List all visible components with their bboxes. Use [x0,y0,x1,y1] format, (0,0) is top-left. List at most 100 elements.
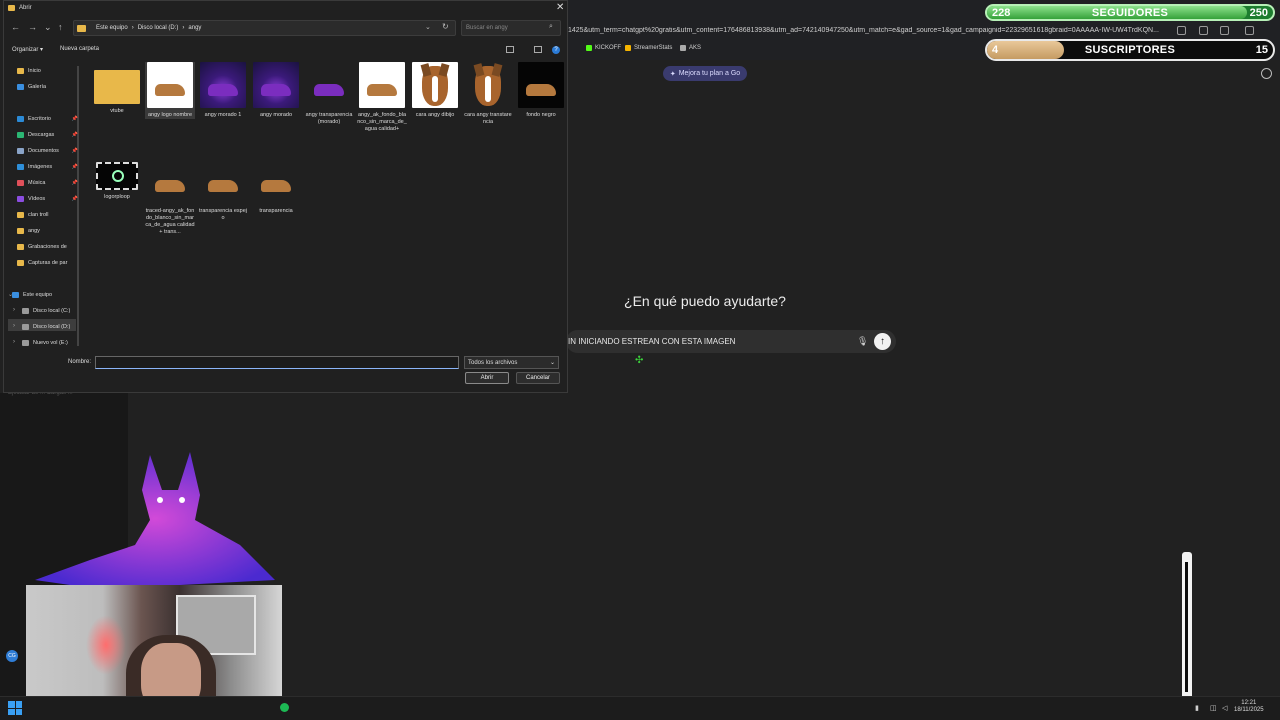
nav-item-capturas-de-par[interactable]: Capturas de par [17,258,80,268]
microphone-tray-icon[interactable]: ▮ [1195,704,1199,712]
file-item[interactable]: angy_ak_fondo_blanco_sin_marca_de_agua c… [357,62,407,133]
preview-pane-icon[interactable] [534,46,542,53]
nav-item-este-equipo[interactable]: Este equipo [12,290,75,300]
drive-icon [22,324,29,330]
help-icon[interactable]: ? [552,46,560,54]
cursor-crosshair-icon: ✣ [635,355,644,366]
pin-icon: 📌 [71,148,78,154]
chevron-down-icon: ⌄ [549,360,555,366]
back-icon[interactable]: ← [11,22,20,32]
search-icon[interactable]: ⌕ [549,23,553,31]
chevron-down-icon[interactable]: ⌄ [425,23,431,31]
file-item[interactable]: cara angy transtarencia [463,62,513,126]
thumbnail-subject [314,84,344,96]
volume-icon[interactable]: ◁ [1222,704,1227,712]
file-item[interactable]: fondo negro [516,62,566,119]
windows-start-icon[interactable] [8,701,22,715]
spotify-icon[interactable] [280,703,289,712]
nav-item-v-deos[interactable]: Vídeos 📌 [17,194,80,204]
folder-icon [17,260,24,266]
file-name: cara angy transtarencia [464,112,512,125]
file-item[interactable]: angy logo nombre [145,62,195,119]
bookmark-aks[interactable]: AKS [680,45,701,51]
file-item[interactable]: logorploop [92,158,142,201]
cancel-button[interactable]: Cancelar [516,372,560,384]
chevron-right-icon[interactable]: › [13,307,15,313]
thumbnail-subject [422,66,448,106]
file-item[interactable]: transparencia [251,158,301,215]
app-badge[interactable]: CG [6,650,18,662]
nav-item-grabaciones-de[interactable]: Grabaciones de [17,242,80,252]
file-item[interactable]: transparencia espejo [198,158,248,222]
refresh-icon[interactable]: ↻ [442,22,449,31]
nav-item-disco-local-c-[interactable]: Disco local (C:) [22,306,85,316]
settings-icon[interactable] [1220,26,1229,35]
chevron-right-icon[interactable]: › [13,339,15,345]
subscribers-goal: 15 [1255,44,1268,56]
organize-menu[interactable]: Organizar ▾ [12,46,43,53]
filename-input[interactable] [95,356,459,369]
star-icon[interactable] [1177,26,1186,35]
folder-icon [94,70,140,104]
close-icon[interactable]: ✕ [556,2,564,13]
profile-icon[interactable] [1245,26,1254,35]
document-icon [17,148,24,154]
nav-item-inicio[interactable]: Inicio [17,66,80,76]
extensions-icon[interactable] [1199,26,1208,35]
nav-item-im-genes[interactable]: Imágenes 📌 [17,162,80,172]
microphone-icon[interactable]: 🎙 [857,336,868,346]
nav-item-disco-local-d-[interactable]: Disco local (D:) [22,322,85,332]
temporary-chat-icon[interactable] [1261,68,1272,79]
search-input[interactable]: Buscar en angy [461,20,561,36]
nav-item-clan-troll[interactable]: clan troll [17,210,80,220]
bookmark-streamerstats[interactable]: StreamerStats [625,45,672,51]
prompt-text[interactable]: IN INICIANDO ESTREAN CON ESTA IMAGEN [568,337,735,346]
up-icon[interactable]: ↑ [58,22,63,32]
bookmark-label: KICKOFF [595,45,622,51]
chevron-right-icon[interactable]: › [13,323,15,329]
view-mode-icon[interactable] [506,46,514,53]
breadcrumb-item[interactable]: Este equipo [96,25,128,31]
drive-icon [22,308,29,314]
image-thumbnail [412,62,458,108]
new-folder-button[interactable]: Nueva carpeta [60,46,99,52]
chevron-down-icon[interactable]: ⌄ [8,291,13,298]
nav-item-angy[interactable]: angy [17,226,80,236]
desktop-icon [17,116,24,122]
upgrade-plan-button[interactable]: ✦ Mejora tu plan a Go [663,66,747,81]
file-type-select[interactable]: Todos los archivos ⌄ [464,356,559,369]
nav-item-documentos[interactable]: Documentos 📌 [17,146,80,156]
file-item[interactable]: vtube [92,62,142,115]
send-button[interactable]: ↑ [874,333,891,350]
nav-item-nuevo-vol-e-[interactable]: Nuevo vol (E:) [22,338,85,348]
breadcrumb-item[interactable]: Disco local (D:) [138,25,179,31]
nav-item-m-sica[interactable]: Música 📌 [17,178,80,188]
open-button[interactable]: Abrir [465,372,509,384]
bookmark-kickoff[interactable]: KICKOFF [586,45,621,51]
taskbar-clock[interactable]: 12:21 18/11/2025 [1234,700,1264,714]
file-item[interactable]: cara angy dibijo [410,62,460,119]
folder-icon [17,212,24,218]
nav-item-descargas[interactable]: Descargas 📌 [17,130,80,140]
chevron-down-icon[interactable]: ⌄ [44,22,52,33]
chevron-right-icon: › [182,25,185,31]
network-icon[interactable]: ◫ [1210,704,1217,712]
file-name: fondo negro [526,112,556,118]
breadcrumb-item[interactable]: angy [188,25,201,31]
nav-item-escritorio[interactable]: Escritorio 📌 [17,114,80,124]
filename-label: Nombre: [68,359,92,365]
nav-label: Imágenes [28,164,53,170]
thumbnail-subject [485,76,491,102]
nav-item-galer-a[interactable]: Galería [17,82,80,92]
file-item[interactable]: traced-angy_ak_fondo_blanco_sin_marca_de… [145,158,195,236]
subscribers-label: SUSCRIPTORES [1084,44,1176,56]
file-item[interactable]: angy morado 1 [198,62,248,119]
file-item[interactable]: angy transparencia (morado) [304,62,354,126]
breadcrumb[interactable]: Este equipo › Disco local (D:) › angy [73,20,456,36]
forward-icon[interactable]: → [28,22,37,32]
address-bar-url[interactable]: 1425&utm_term=chatgpt%20gratis&utm_conte… [568,27,1168,34]
nav-scrollbar[interactable] [77,66,79,346]
nav-label: Descargas [28,132,55,138]
file-item[interactable]: angy morado [251,62,301,119]
image-thumbnail [359,62,405,108]
